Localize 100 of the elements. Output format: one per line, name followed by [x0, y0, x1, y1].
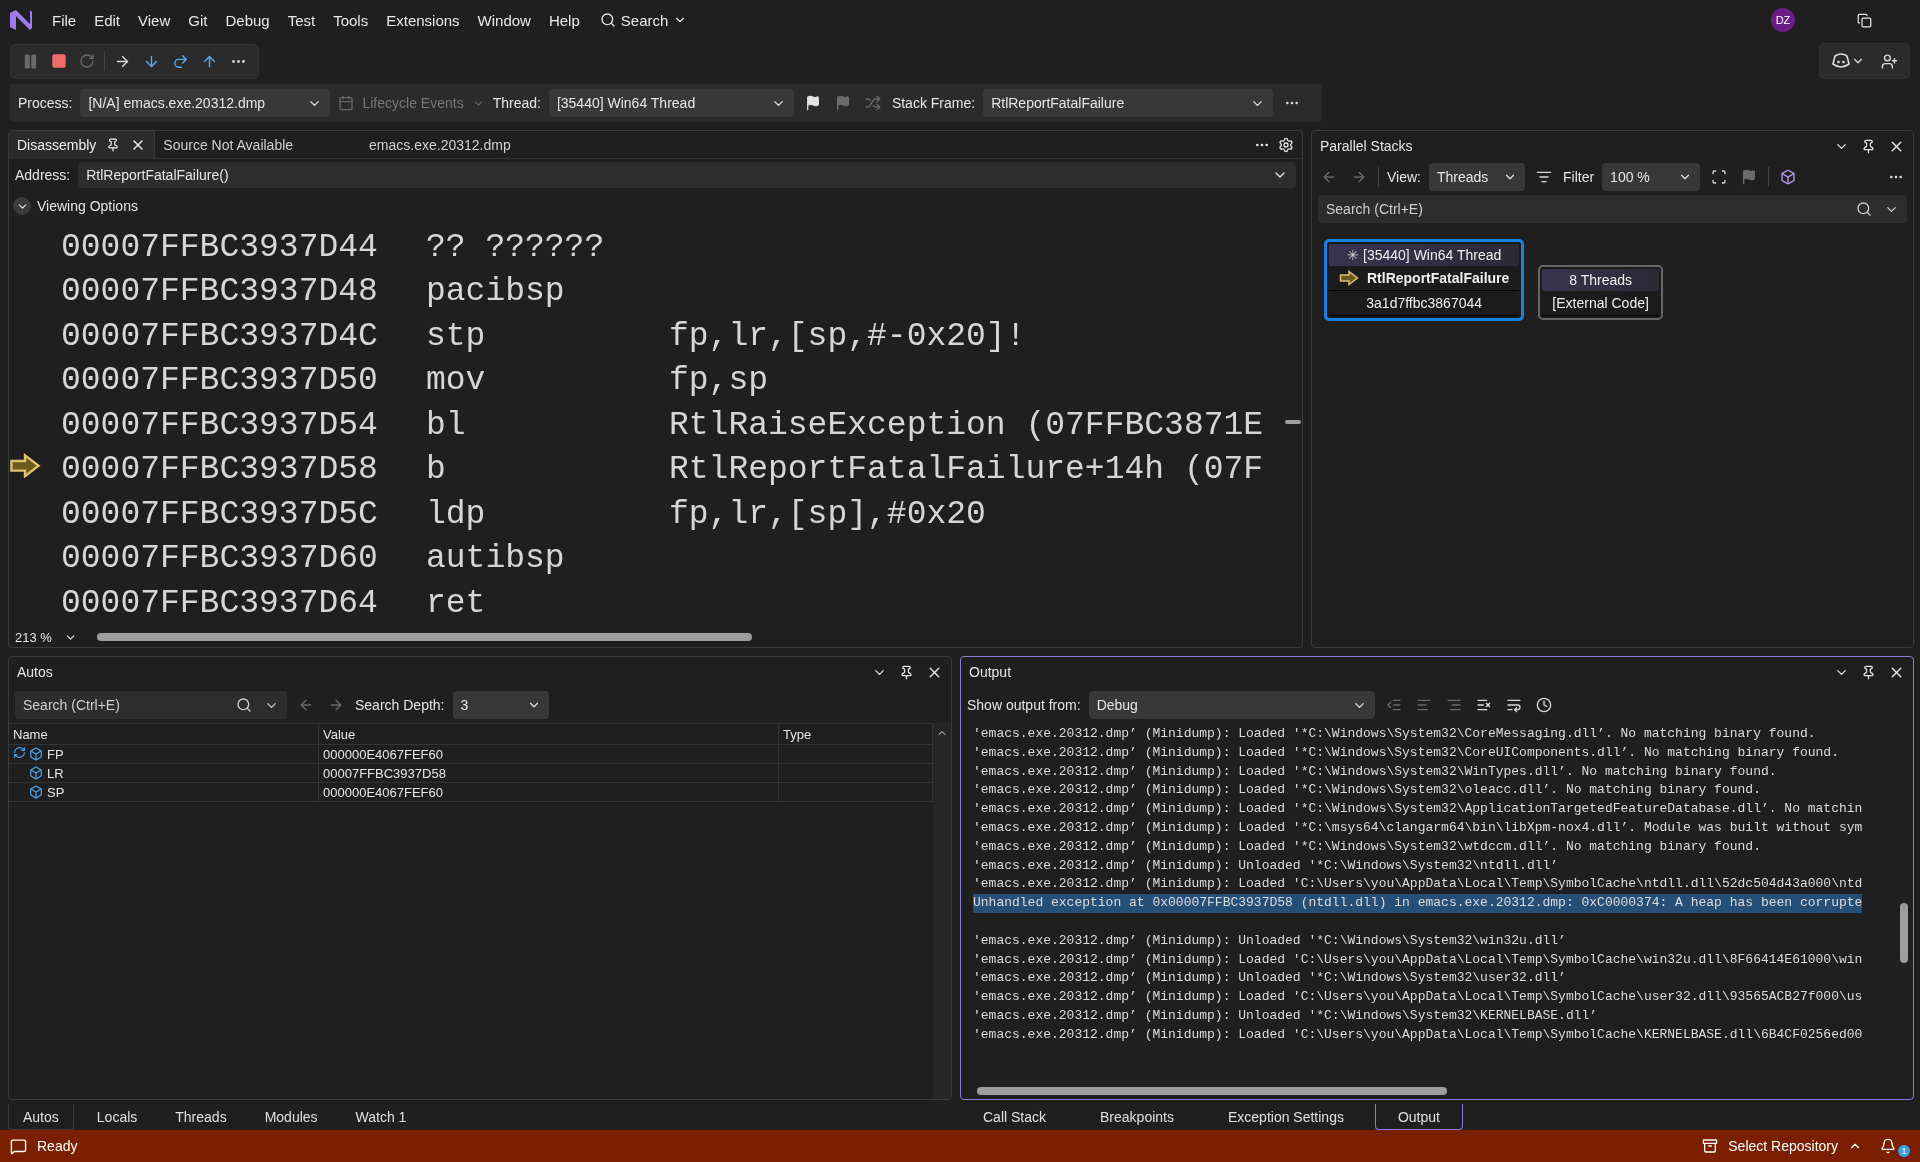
tool-window-tab[interactable]: Threads — [160, 1104, 242, 1130]
tool-window-tab[interactable]: Watch 1 — [340, 1104, 422, 1130]
align-right-icon[interactable] — [1445, 697, 1462, 713]
search-icon[interactable] — [236, 697, 252, 713]
menu-item[interactable]: Test — [279, 7, 324, 33]
repository-icon — [1702, 1138, 1719, 1154]
restore-window-icon[interactable] — [1857, 12, 1872, 28]
output-line: 'emacs.exe.20312.dmp’ (Minidump): Loaded 'C:\Users\you\AppData\Local\Temp\SymbolCache\KERNELBASE.dll\6B4CF0256ed00 — [973, 1025, 1863, 1044]
status-text: Ready — [37, 1138, 78, 1154]
shuffle-icon[interactable] — [864, 95, 881, 111]
output-line: 'emacs.exe.20312.dmp’ (Minidump): Loaded '*C:\Windows\System32\wtdccm.dll’. No matching binary found. — [973, 837, 1761, 856]
indent-icon[interactable] — [1385, 697, 1402, 713]
code-instruction: mov — [426, 362, 487, 400]
document-tab[interactable]: Disassembly — [9, 131, 156, 159]
view-dropdown[interactable]: Threads — [1429, 163, 1525, 191]
code-address: 00007FFBC3937D48 — [61, 273, 379, 311]
search-depth-dropdown[interactable]: 3 — [452, 691, 549, 719]
code-operands: fp,lr,[sp],#0x20 — [669, 495, 986, 533]
menu-item[interactable]: View — [130, 7, 179, 33]
search-icon[interactable] — [1856, 201, 1872, 217]
output-line: 'emacs.exe.20312.dmp’ (Minidump): Unloaded '*C:\Windows\System32\KERNELBASE.dll’ — [973, 1006, 1598, 1025]
menu-item[interactable]: Tools — [325, 7, 377, 33]
cube-icon[interactable] — [1780, 169, 1797, 185]
tool-window-tab[interactable]: Call Stack — [960, 1104, 1070, 1130]
user-avatar[interactable]: DZ — [1771, 8, 1795, 32]
tool-window-tab[interactable]: Modules — [249, 1104, 333, 1130]
fit-view-icon[interactable] — [1711, 169, 1728, 185]
code-instruction: b — [426, 451, 447, 489]
pin-icon[interactable] — [106, 137, 121, 152]
tool-window-tab[interactable]: Autos — [8, 1104, 74, 1130]
expand-icon[interactable] — [13, 197, 31, 215]
flag-icon[interactable] — [804, 95, 821, 111]
variable-icon — [29, 766, 43, 780]
code-address: 00007FFBC3937D60 — [61, 540, 379, 578]
panel-title: Autos — [17, 664, 53, 680]
document-tab[interactable]: Source Not Available — [155, 131, 302, 159]
pause-icon[interactable] — [22, 52, 39, 70]
copilot-icon[interactable] — [1831, 52, 1851, 70]
panel-title: Output — [969, 664, 1012, 680]
variable-value: 000000E4067FEF60 — [323, 746, 443, 762]
scrollbar-thumb[interactable] — [1285, 420, 1301, 424]
pin-icon[interactable] — [1861, 664, 1876, 680]
select-repository-button[interactable]: Select Repository — [1728, 1138, 1838, 1154]
scrollbar-thumb[interactable] — [977, 1087, 1447, 1095]
filter-icon[interactable] — [1536, 169, 1552, 185]
restart-icon[interactable] — [79, 53, 95, 69]
menu-item[interactable]: File — [44, 7, 85, 33]
address-label: Address: — [15, 167, 71, 183]
zoom-dropdown[interactable]: 100 % — [1602, 163, 1701, 191]
menu-item[interactable]: Edit — [86, 7, 129, 33]
menu-item[interactable]: Debug — [217, 7, 278, 33]
stop-icon[interactable] — [51, 53, 67, 69]
tool-window-tab[interactable]: Exception Settings — [1204, 1104, 1367, 1130]
forward-icon[interactable] — [1351, 169, 1367, 185]
forward-icon[interactable] — [328, 697, 344, 713]
scrollbar-thumb[interactable] — [1900, 903, 1908, 963]
output-source-dropdown[interactable]: Debug — [1088, 691, 1375, 719]
align-left-icon[interactable] — [1415, 697, 1432, 713]
refresh-icon[interactable] — [13, 746, 26, 759]
zoom-dropdown[interactable]: 213 % — [15, 629, 77, 645]
pin-icon[interactable] — [1861, 138, 1876, 154]
back-icon[interactable] — [298, 697, 314, 713]
back-icon[interactable] — [1321, 169, 1337, 185]
search-field[interactable]: Search (Ctrl+E) — [15, 691, 287, 719]
clock-icon[interactable] — [1535, 697, 1552, 713]
address-field[interactable]: RtlReportFatalFailure() — [78, 162, 1296, 188]
clear-all-icon[interactable] — [1475, 697, 1492, 713]
menu-item[interactable]: Window — [469, 7, 539, 33]
scrollbar-thumb[interactable] — [96, 633, 752, 641]
output-line: 'emacs.exe.20312.dmp’ (Minidump): Loaded '*C:\Windows\System32\CoreUIComponents.dll’. No matching binary found. — [973, 743, 1839, 762]
tool-window-tab[interactable]: Locals — [81, 1104, 153, 1130]
document-tab[interactable]: emacs.exe.20312.dmp — [361, 131, 519, 159]
word-wrap-icon[interactable] — [1505, 697, 1522, 713]
tool-window-tab[interactable]: Output — [1374, 1104, 1463, 1130]
stack-frame-label: Stack Frame: — [891, 95, 976, 111]
stack-node[interactable]: ✳ [35440] Win64 Thread RtlReportFatalFailure 3a1d7ffbc3867044 — [1324, 239, 1525, 321]
tool-window-tab[interactable]: Breakpoints — [1077, 1104, 1197, 1130]
panel-title: Parallel Stacks — [1320, 138, 1413, 154]
feedback-icon[interactable] — [10, 1137, 27, 1155]
code-operands: fp,lr,[sp,#-0x20]! — [669, 317, 1026, 355]
variable-name: SP — [47, 784, 65, 800]
stack-node[interactable]: 8 Threads [External Code] — [1538, 265, 1663, 320]
search-field[interactable]: Search (Ctrl+E) — [1318, 195, 1907, 223]
add-user-icon[interactable] — [1881, 52, 1898, 70]
step-over-icon[interactable] — [172, 52, 189, 70]
column-header[interactable]: Value — [319, 724, 779, 744]
menu-item[interactable]: Extensions — [378, 7, 468, 33]
process-dropdown[interactable]: [N/A] emacs.exe.20312.dmp — [80, 89, 331, 117]
thread-dropdown[interactable]: [35440] Win64 Thread — [548, 89, 794, 117]
search-menu[interactable]: Search — [589, 7, 698, 33]
stack-frame-dropdown[interactable]: RtlReportFatalFailure — [983, 89, 1274, 117]
output-line: 'emacs.exe.20312.dmp’ (Minidump): Loaded 'C:\Users\you\AppData\Local\Temp\SymbolCache\ntdll.dll\52dc504d43a000\ntd — [973, 875, 1863, 894]
notifications-icon[interactable] — [1880, 1138, 1896, 1154]
settings-icon[interactable] — [1278, 136, 1294, 153]
menu-item[interactable]: Help — [540, 7, 588, 33]
menu-item[interactable]: Git — [180, 7, 216, 33]
column-header[interactable]: Name — [9, 724, 319, 744]
filter-button[interactable]: Filter — [1563, 169, 1595, 185]
show-output-label: Show output from: — [967, 697, 1081, 713]
pin-icon[interactable] — [899, 664, 914, 680]
